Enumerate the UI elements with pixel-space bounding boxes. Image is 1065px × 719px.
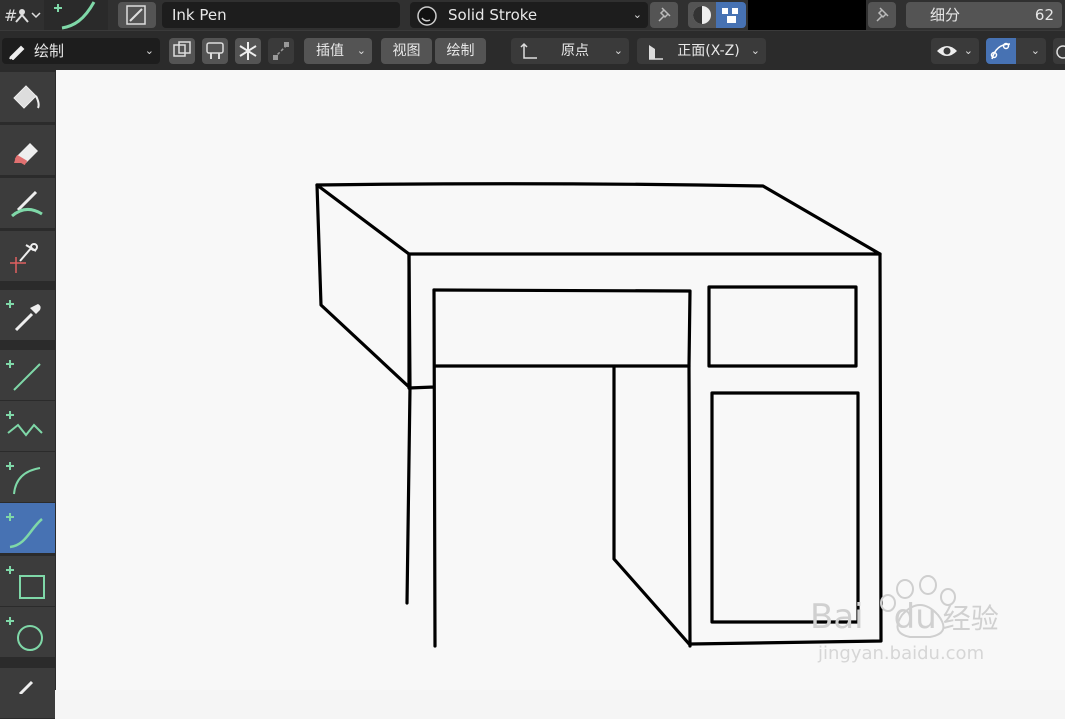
orientation-label: 正面(X-Z) [677,43,740,59]
annotate-icon [18,680,34,694]
curve-tool[interactable] [0,503,55,554]
arc-tool[interactable] [0,452,55,503]
desk-top-stroke [315,182,882,256]
desk-center-drawer-stroke [432,288,692,368]
desk-top-drawer-stroke [707,285,858,368]
material-sphere-icon [417,6,437,26]
chevron-down-icon: ⌄ [632,8,642,21]
desk-cabinet-divider-stroke [687,364,692,648]
pin-icon[interactable] [650,2,678,28]
box-icon [6,566,45,599]
chevron-down-icon: ⌄ [613,44,623,57]
overlay-icon [990,42,1011,60]
origin-dropdown[interactable]: 原点 ⌄ [511,38,629,64]
power-icon[interactable] [1053,38,1065,64]
eyedropper-tool[interactable] [0,290,55,341]
chevron-down-icon: ⌄ [963,44,973,57]
curve-icon [6,513,43,549]
axis-icon [520,42,537,59]
fill-tool[interactable] [0,72,55,123]
color-mode-vertex-icon[interactable] [716,2,746,28]
pin-icon-2[interactable] [868,2,896,28]
erase-tool[interactable] [0,125,55,176]
watermark-brand: Bai [810,597,864,637]
baidu-watermark: Bai du 经验 jingyan.baidu.com [810,575,1040,670]
tint-icon [11,190,43,218]
top-header: # Ink Pen Solid Stroke ⌄ 细分 62 [0,0,1065,30]
watermark-brand2: du [893,597,937,637]
box-tool[interactable] [0,556,55,607]
circle-icon [6,617,43,651]
circle-tool[interactable] [0,607,55,658]
draw-menu[interactable]: 绘制 [435,38,486,64]
color-mode-material-icon[interactable] [688,2,716,28]
chevron-down-icon: ⌄ [750,44,760,57]
orientation-dropdown[interactable]: 正面(X-Z) ⌄ [637,38,766,64]
snap-menu[interactable]: # [2,2,42,28]
desk-left-leg-inner-stroke [407,288,437,648]
subdivision-value: 62 [1034,6,1054,24]
brush-preview-icon[interactable] [44,0,108,30]
polyline-tool[interactable] [0,401,55,452]
watermark-suffix: 经验 [942,602,999,635]
mode-dropdown[interactable]: 绘制 ⌄ [2,38,160,64]
visibility-dropdown[interactable]: ⌄ [931,38,979,64]
svg-text:#: # [4,6,17,25]
plane-icon [649,45,663,60]
color-swatch[interactable] [748,0,866,30]
interpolate-label: 插值 [316,43,344,59]
stroke-edit-icon[interactable] [268,38,294,64]
material-name: Solid Stroke [448,6,538,24]
material-selector[interactable]: Solid Stroke ⌄ [410,2,648,28]
subdivision-label: 细分 [930,6,961,24]
eye-icon [937,46,957,56]
brush-name-field[interactable]: Ink Pen [162,2,400,28]
polyline-icon [6,411,43,437]
annotate-tool[interactable] [0,668,55,719]
desk-left-panel-stroke [315,183,411,389]
tint-tool[interactable] [0,178,55,229]
interpolate-dropdown[interactable]: 插值 ⌄ [304,38,372,64]
eyedropper-icon [6,300,41,332]
view-menu[interactable]: 视图 [381,38,432,64]
eraser-icon [14,143,38,166]
watermark-url: jingyan.baidu.com [818,643,985,664]
line-tool[interactable] [0,350,55,401]
fill-icon [13,85,40,109]
autokey-icon[interactable] [202,38,228,64]
chevron-down-icon: ⌄ [144,44,154,57]
overlay-toggle[interactable] [986,38,1016,64]
chevron-down-icon: ⌄ [356,44,366,57]
desk-back-leg-stroke [612,365,692,647]
origin-label: 原点 [561,43,589,59]
line-icon [6,360,41,391]
multiframe-icon[interactable] [169,38,195,64]
overlay-dropdown[interactable]: ⌄ [1016,38,1046,64]
arc-icon [6,462,41,495]
brush-type-icon[interactable] [118,2,156,28]
subdivision-slider[interactable]: 细分 62 [906,2,1062,28]
scissors-icon [10,243,38,273]
chevron-down-icon: ⌄ [1030,44,1040,57]
tool-shelf [0,70,56,719]
cutter-tool[interactable] [0,231,55,282]
mode-label: 绘制 [34,42,65,60]
snowflake-icon[interactable] [235,38,261,64]
tool-header: 绘制 ⌄ 插值 ⌄ 视图 绘制 原点 ⌄ 正面(X-Z) ⌄ ⌄ ⌄ [0,30,1065,71]
pencil-icon [9,45,25,60]
